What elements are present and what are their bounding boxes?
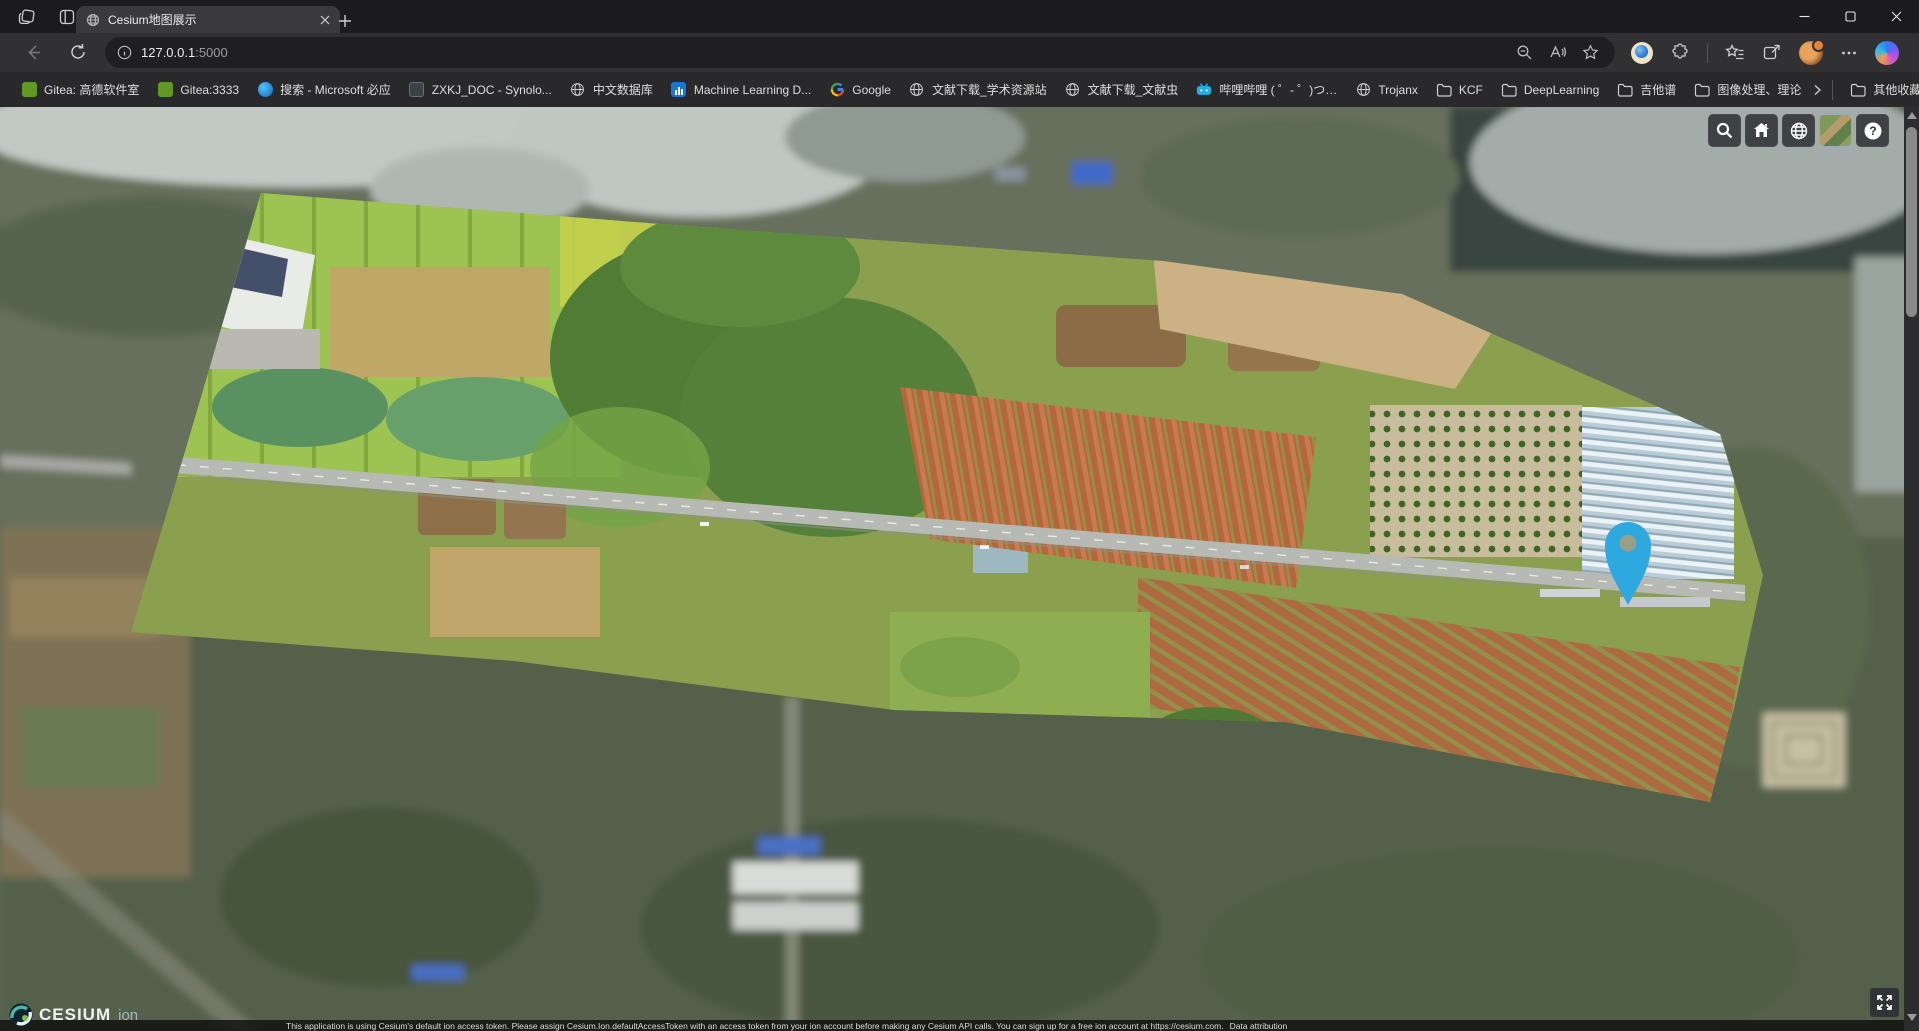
refresh-icon[interactable]	[69, 43, 87, 62]
window-close-button[interactable]	[1873, 0, 1919, 33]
globe-icon	[570, 82, 586, 98]
bookmarks-bar: Gitea: 高德软件室 Gitea:3333 搜索 - Microsoft 必…	[0, 72, 1919, 107]
tab-title: Cesium地图展示	[108, 11, 312, 28]
tab-favicon-globe-icon	[86, 13, 100, 27]
copilot-icon[interactable]	[1875, 41, 1899, 65]
bookmark-machine-learning[interactable]: Machine Learning D...	[662, 78, 820, 102]
url-port: :5000	[195, 45, 228, 60]
translate-extension-icon[interactable]	[1631, 42, 1653, 64]
bookmarks-divider	[1832, 80, 1833, 100]
folder-icon	[1501, 82, 1517, 98]
browser-tab-bar: Cesium地图展示	[0, 0, 1919, 33]
base-layer-picker-button[interactable]	[1819, 114, 1852, 147]
svg-text:?: ?	[1869, 124, 1876, 138]
bookmarks-overflow-chevron-icon[interactable]	[1810, 83, 1824, 97]
active-tab[interactable]: Cesium地图展示	[76, 6, 340, 33]
scene-mode-globe-button[interactable]	[1782, 114, 1815, 147]
workspaces-icon[interactable]	[14, 4, 40, 30]
cesium-toolbar: ?	[1708, 114, 1889, 147]
scrollbar-up-arrow-icon[interactable]	[1907, 112, 1917, 119]
bookmark-bilibili[interactable]: 哔哩哔哩 ( ゜- ゜)つ…	[1187, 77, 1346, 102]
bookmark-bing-search[interactable]: 搜索 - Microsoft 必应	[248, 77, 400, 102]
globe-icon	[1355, 82, 1371, 98]
bookmark-zxkj-doc[interactable]: ZXKJ_DOC - Synolo...	[400, 78, 561, 102]
satellite-scene	[0, 107, 1919, 1031]
cesium-logo-icon	[8, 1002, 34, 1028]
folder-icon	[1850, 82, 1866, 98]
window-maximize-button[interactable]	[1827, 0, 1873, 33]
bookmark-folder-image-processing[interactable]: 图像处理、理论	[1685, 77, 1810, 102]
bookmark-gitea-3333[interactable]: Gitea:3333	[148, 78, 248, 102]
bookmark-folder-deeplearning[interactable]: DeepLearning	[1492, 78, 1608, 102]
site-info-icon[interactable]	[117, 45, 132, 60]
bookmark-gitea-gaode[interactable]: Gitea: 高德软件室	[12, 77, 148, 102]
cesium-logo-text: CESIUM	[39, 1005, 111, 1025]
back-icon[interactable]	[24, 43, 43, 62]
folder-icon	[1694, 82, 1710, 98]
settings-menu-icon[interactable]	[1840, 44, 1858, 62]
folder-icon	[1617, 82, 1633, 98]
url-host: 127.0.0.1	[141, 45, 195, 60]
page-scrollbar[interactable]	[1904, 107, 1919, 1031]
scrollbar-thumb[interactable]	[1906, 127, 1917, 317]
profile-avatar[interactable]	[1799, 41, 1823, 65]
address-bar[interactable]: 127.0.0.1:5000	[105, 37, 1615, 68]
globe-icon	[909, 82, 925, 98]
bookmark-literature-site[interactable]: 文献下载_学术资源站	[900, 77, 1056, 102]
zoom-out-icon[interactable]	[1516, 44, 1533, 61]
synology-icon	[409, 82, 425, 98]
profile-notification-dot	[1812, 39, 1825, 52]
cesium-map-viewport[interactable]: ? CESIUM ion This application is using C…	[0, 107, 1919, 1031]
bookmark-trojanx[interactable]: Trojanx	[1346, 78, 1427, 102]
home-view-button[interactable]	[1745, 114, 1778, 147]
globe-icon	[1065, 82, 1081, 98]
data-attribution-link[interactable]: Data attribution	[1230, 1021, 1288, 1031]
bookmark-literature-bug[interactable]: 文献下载_文献虫	[1056, 77, 1188, 102]
window-minimize-button[interactable]	[1781, 0, 1827, 33]
gitea-icon	[21, 82, 37, 98]
gitea-icon	[157, 82, 173, 98]
google-icon	[829, 82, 845, 98]
bookmark-google[interactable]: Google	[820, 78, 900, 102]
help-button[interactable]: ?	[1856, 114, 1889, 147]
geocoder-search-button[interactable]	[1708, 114, 1741, 147]
cesium-credit-bar: This application is using Cesium's defau…	[0, 1020, 1904, 1031]
bookmark-folder-other-favorites[interactable]: 其他收藏夹	[1841, 77, 1919, 102]
bing-icon	[257, 82, 273, 98]
favorites-list-icon[interactable]	[1725, 43, 1745, 63]
chart-icon	[671, 82, 687, 98]
cesium-ion-logo[interactable]: CESIUM ion	[8, 1002, 138, 1028]
share-icon[interactable]	[1762, 43, 1782, 63]
browser-toolbar: 127.0.0.1:5000	[0, 33, 1919, 72]
fullscreen-button[interactable]	[1870, 988, 1899, 1017]
scrollbar-down-arrow-icon[interactable]	[1907, 1014, 1917, 1021]
default-token-warning: This application is using Cesium's defau…	[0, 1021, 1224, 1031]
tab-close-icon[interactable]	[320, 15, 330, 25]
bookmark-chinese-database[interactable]: 中文数据库	[561, 77, 662, 102]
cesium-logo-ion: ion	[118, 1007, 138, 1024]
read-aloud-icon[interactable]	[1549, 44, 1566, 61]
folder-icon	[1436, 82, 1452, 98]
toolbar-divider	[1707, 43, 1708, 63]
extensions-puzzle-icon[interactable]	[1670, 43, 1690, 63]
bookmark-folder-guitar[interactable]: 吉他谱	[1608, 77, 1685, 102]
url-text[interactable]: 127.0.0.1:5000	[141, 45, 1516, 60]
favorite-star-icon[interactable]	[1582, 44, 1599, 61]
bookmark-folder-kcf[interactable]: KCF	[1427, 78, 1492, 102]
bilibili-icon	[1196, 82, 1212, 98]
new-tab-button[interactable]	[332, 8, 358, 34]
